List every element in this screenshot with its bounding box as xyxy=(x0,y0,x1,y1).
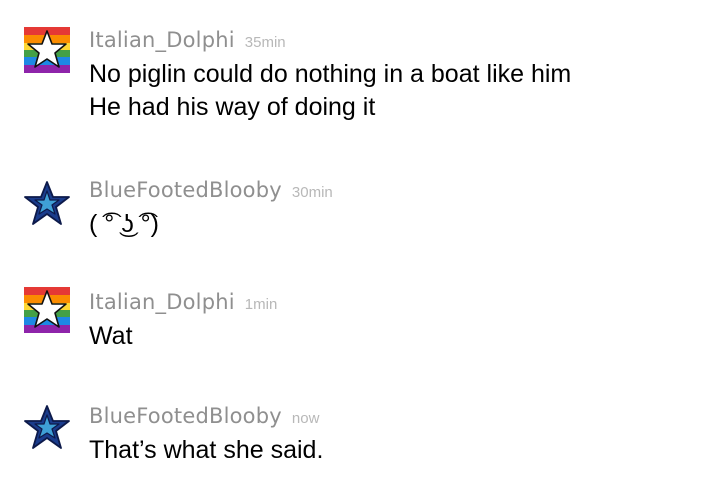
message-header: Italian_Dolphi 1min xyxy=(89,287,277,320)
blue-star-icon xyxy=(24,181,70,225)
message-text: No piglin could do nothing in a boat lik… xyxy=(89,58,571,124)
avatar[interactable] xyxy=(24,287,70,333)
message-header: BlueFootedBlooby now xyxy=(89,401,319,434)
timestamp: 35min xyxy=(244,34,286,51)
message-line: That’s what she said. xyxy=(89,436,324,464)
timestamp: now xyxy=(291,410,320,427)
blue-star-icon xyxy=(24,405,70,449)
message-header: BlueFootedBlooby 30min xyxy=(89,175,333,208)
message-line: Wat xyxy=(89,322,133,350)
username[interactable]: BlueFootedBlooby xyxy=(89,178,282,202)
message-line: ( ͡° ͜ʖ ͡°) xyxy=(89,210,159,238)
username[interactable]: BlueFootedBlooby xyxy=(89,404,282,428)
avatar[interactable] xyxy=(24,27,70,73)
message-line: He had his way of doing it xyxy=(89,93,376,121)
message-header: Italian_Dolphi 35min xyxy=(89,25,286,58)
message-text: ( ͡° ͜ʖ ͡°) xyxy=(89,208,159,241)
username[interactable]: Italian_Dolphi xyxy=(89,28,235,52)
message-text: That’s what she said. xyxy=(89,434,323,467)
avatar[interactable] xyxy=(24,181,70,227)
message-text: Wat xyxy=(89,320,133,353)
username[interactable]: Italian_Dolphi xyxy=(89,290,235,314)
timestamp: 1min xyxy=(244,296,278,313)
rainbow-star-icon xyxy=(24,27,70,73)
avatar[interactable] xyxy=(24,405,70,451)
message-line: No piglin could do nothing in a boat lik… xyxy=(89,60,572,88)
rainbow-star-icon xyxy=(24,287,70,333)
timestamp: 30min xyxy=(291,184,333,201)
